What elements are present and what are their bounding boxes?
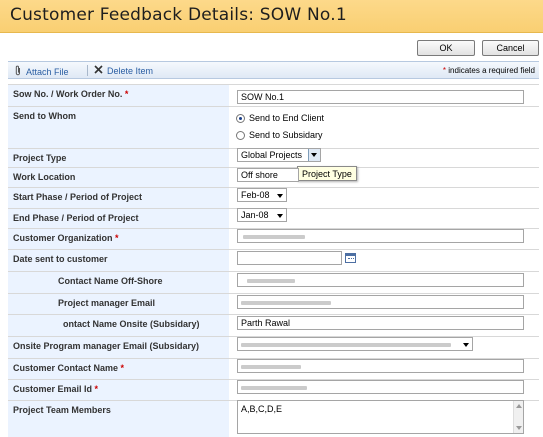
radio-unchecked-icon bbox=[236, 130, 245, 140]
form-row-send-to-whom: Send to Whom Send to End Client Send to … bbox=[8, 106, 539, 148]
chevron-down-icon bbox=[311, 153, 317, 157]
cancel-button[interactable]: Cancel bbox=[482, 40, 539, 56]
redacted-text bbox=[241, 342, 451, 347]
customer-email-label: Customer Email Id * bbox=[8, 380, 229, 400]
onsite-pm-email-select[interactable] bbox=[237, 337, 473, 351]
redacted-text bbox=[241, 300, 331, 305]
chevron-down-icon bbox=[277, 194, 283, 198]
attach-file-link[interactable]: Attach File bbox=[14, 65, 69, 78]
end-phase-label: End Phase / Period of Project bbox=[8, 209, 229, 228]
page-header: Customer Feedback Details: SOW No.1 bbox=[0, 0, 543, 33]
pm-email-input[interactable] bbox=[237, 295, 524, 309]
chevron-down-icon bbox=[277, 214, 283, 218]
start-phase-label: Start Phase / Period of Project bbox=[8, 188, 229, 208]
team-members-label: Project Team Members bbox=[8, 401, 229, 437]
end-phase-select[interactable]: Jan-08 bbox=[237, 208, 287, 222]
date-sent-input[interactable] bbox=[237, 251, 342, 265]
sow-no-input[interactable]: SOW No.1 bbox=[237, 90, 524, 104]
work-location-input[interactable]: Off shore bbox=[237, 168, 299, 182]
delete-item-label: Delete Item bbox=[107, 65, 154, 76]
ok-button[interactable]: OK bbox=[417, 40, 475, 56]
required-field-note: * indicates a required field bbox=[442, 66, 535, 75]
chevron-down-icon bbox=[463, 343, 469, 347]
contact-offshore-input[interactable] bbox=[237, 273, 524, 287]
attach-file-label: Attach File bbox=[26, 66, 69, 77]
pm-email-label: Project manager Email bbox=[8, 294, 229, 314]
calendar-icon[interactable] bbox=[345, 253, 356, 263]
customer-org-label: Customer Organization * bbox=[8, 229, 229, 249]
dropdown-button[interactable] bbox=[308, 149, 320, 161]
work-location-label: Work Location bbox=[8, 168, 229, 187]
scroll-down-icon[interactable] bbox=[516, 426, 522, 430]
redacted-text bbox=[241, 364, 301, 369]
redacted-text bbox=[247, 278, 295, 283]
contact-onsite-input[interactable]: Parth Rawal bbox=[237, 316, 524, 330]
contact-offshore-label: Contact Name Off-Shore bbox=[8, 272, 229, 293]
redacted-text bbox=[241, 385, 307, 390]
start-phase-select[interactable]: Feb-08 bbox=[237, 188, 287, 202]
scroll-up-icon[interactable] bbox=[516, 404, 522, 408]
required-star: * bbox=[442, 66, 447, 75]
customer-contact-label: Customer Contact Name * bbox=[8, 359, 229, 379]
customer-org-input[interactable] bbox=[237, 229, 524, 243]
paperclip-icon bbox=[14, 65, 22, 78]
close-icon bbox=[94, 65, 103, 76]
page-title: Customer Feedback Details: SOW No.1 bbox=[10, 5, 347, 25]
send-to-subsidary-radio[interactable]: Send to Subsidary bbox=[236, 130, 323, 140]
customer-contact-input[interactable] bbox=[237, 359, 524, 373]
project-type-select[interactable]: Global Projects bbox=[237, 148, 321, 162]
toolbar-divider bbox=[87, 65, 88, 76]
form-toolbar: Attach File Delete Item * indicates a re… bbox=[8, 61, 539, 79]
date-sent-label: Date sent to customer bbox=[8, 250, 229, 271]
onsite-pm-email-label: Onsite Program manager Email (Subsidary) bbox=[8, 337, 229, 358]
project-type-label: Project Type bbox=[8, 149, 229, 167]
send-to-whom-label: Send to Whom bbox=[8, 107, 229, 148]
textarea-scrollbar[interactable] bbox=[513, 401, 523, 433]
delete-item-link[interactable]: Delete Item bbox=[94, 65, 153, 76]
contact-onsite-label: ontact Name Onsite (Subsidary) bbox=[8, 315, 229, 336]
radio-checked-icon bbox=[236, 113, 245, 123]
redacted-text bbox=[243, 234, 305, 239]
customer-email-input[interactable] bbox=[237, 380, 524, 394]
send-to-end-client-radio[interactable]: Send to End Client bbox=[236, 113, 324, 123]
project-type-tooltip: Project Type bbox=[297, 166, 357, 181]
team-members-textarea[interactable]: A,B,C,D,E bbox=[237, 400, 524, 434]
sow-no-label: Sow No. / Work Order No. * bbox=[8, 85, 229, 106]
